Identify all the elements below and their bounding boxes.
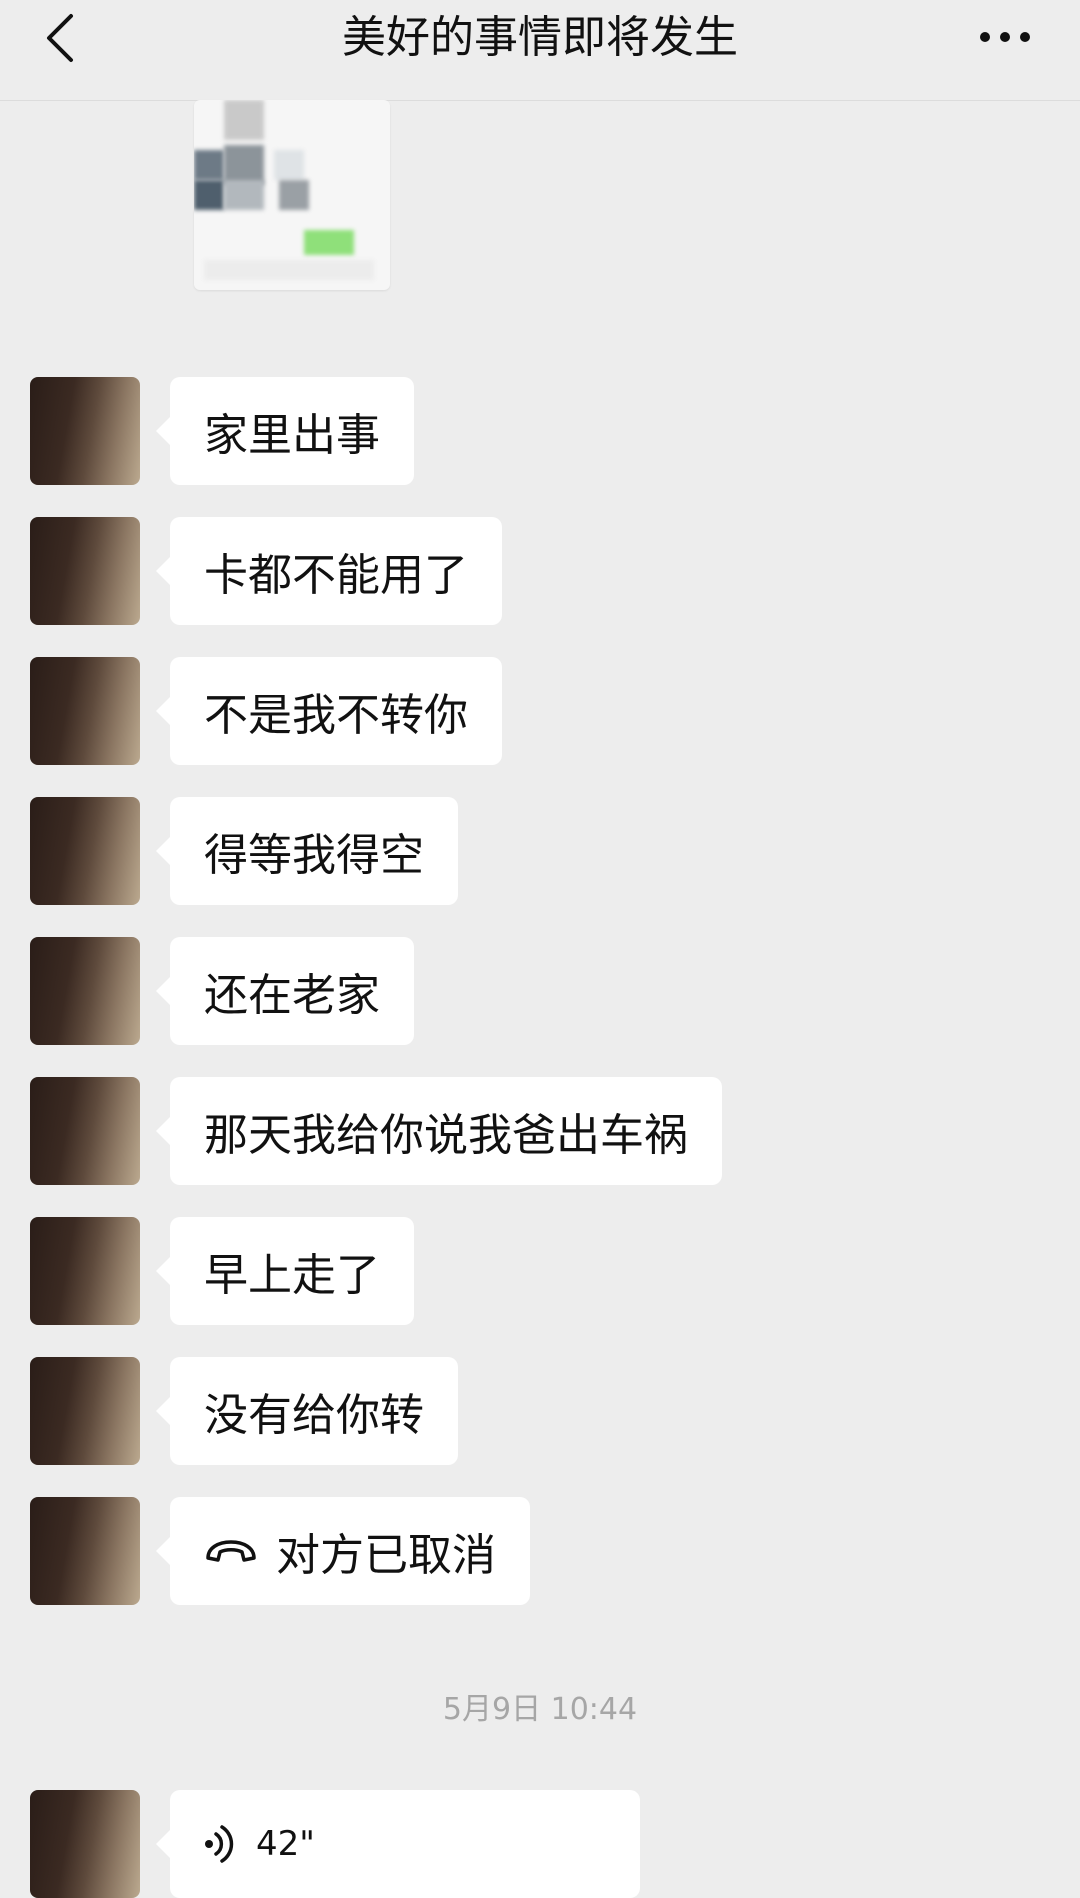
- message-text: 早上走了: [204, 1250, 380, 1301]
- more-dots-icon: [979, 28, 1031, 47]
- top-bar: 美好的事情即将发生: [0, 0, 1080, 101]
- chevron-left-icon: [43, 12, 77, 68]
- message-text: 那天我给你说我爸出车祸: [204, 1110, 688, 1161]
- message-text: 对方已取消: [276, 1530, 496, 1581]
- avatar[interactable]: [30, 377, 140, 485]
- message-bubble[interactable]: 不是我不转你: [156, 657, 502, 765]
- voice-wave-icon: [204, 1824, 234, 1864]
- message-bubble[interactable]: 得等我得空: [156, 797, 458, 905]
- chat-title: 美好的事情即将发生: [342, 12, 738, 63]
- message-text: 还在老家: [204, 970, 380, 1021]
- call-cancelled-bubble[interactable]: 对方已取消: [156, 1497, 530, 1605]
- message-text: 得等我得空: [204, 830, 424, 881]
- voice-message-bubble[interactable]: 42": [156, 1790, 640, 1898]
- message-bubble[interactable]: 没有给你转: [156, 1357, 458, 1465]
- message-text: 没有给你转: [204, 1390, 424, 1441]
- timestamp: 5月9日 10:44: [442, 1692, 638, 1727]
- back-button[interactable]: [30, 10, 90, 70]
- avatar[interactable]: [30, 1077, 140, 1185]
- message-bubble[interactable]: 那天我给你说我爸出车祸: [156, 1077, 722, 1185]
- avatar[interactable]: [30, 937, 140, 1045]
- avatar[interactable]: [30, 517, 140, 625]
- message-text: 不是我不转你: [204, 690, 468, 741]
- message-bubble[interactable]: 卡都不能用了: [156, 517, 502, 625]
- message-text: 卡都不能用了: [204, 550, 468, 601]
- more-button[interactable]: [970, 12, 1040, 62]
- avatar[interactable]: [30, 657, 140, 765]
- avatar[interactable]: [30, 1497, 140, 1605]
- message-bubble[interactable]: 家里出事: [156, 377, 414, 485]
- message-text: 家里出事: [204, 410, 380, 461]
- avatar[interactable]: [30, 1357, 140, 1465]
- avatar[interactable]: [30, 1217, 140, 1325]
- voice-duration: 42": [256, 1824, 315, 1864]
- message-bubble[interactable]: 还在老家: [156, 937, 414, 1045]
- avatar[interactable]: [30, 797, 140, 905]
- avatar[interactable]: [30, 1790, 140, 1898]
- shared-card-thumbnail[interactable]: [194, 100, 390, 290]
- message-bubble[interactable]: 早上走了: [156, 1217, 414, 1325]
- phone-hangup-icon: [204, 1538, 258, 1564]
